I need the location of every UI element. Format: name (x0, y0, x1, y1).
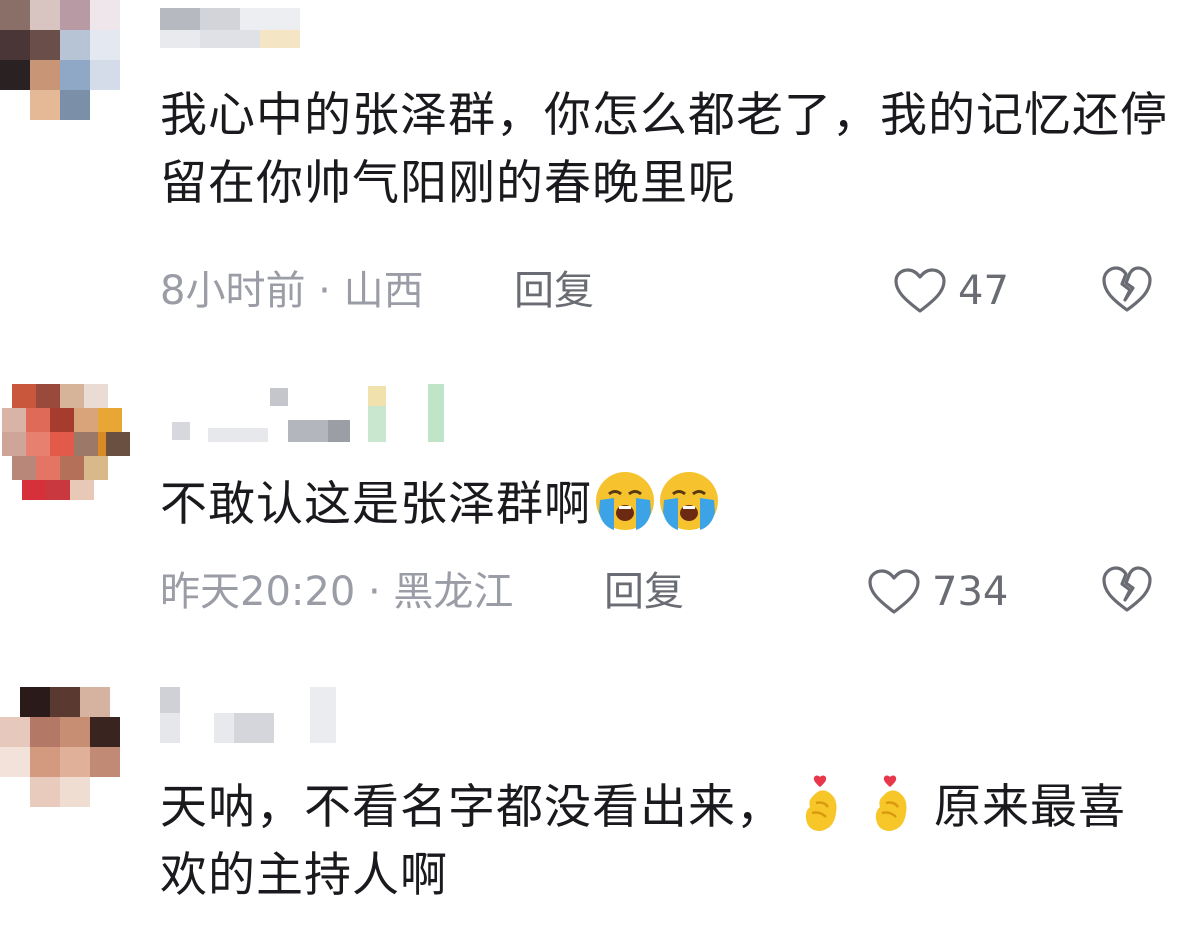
comment-text: 天呐，不看名字都没看出来， 原来最喜欢的主持人啊 (160, 773, 1170, 910)
like-button[interactable]: 734 (866, 567, 1008, 617)
loudly-crying-face-emoji (596, 472, 654, 530)
avatar[interactable] (2, 382, 130, 502)
comment-text: 我心中的张泽群，你怎么都老了，我的记忆还停留在你帅气阳刚的春晚里呢 (160, 88, 1168, 211)
like-heart-icon (868, 569, 920, 614)
avatar[interactable] (0, 0, 120, 120)
comment-item: 我心中的张泽群，你怎么都老了，我的记忆还停留在你帅气阳刚的春晚里呢 8小时前 ·… (0, 0, 1178, 360)
comment-text: 不敢认这是张泽群啊 (160, 470, 1170, 539)
comment-time-location: 8小时前 · 山西 (160, 268, 424, 314)
avatar[interactable] (0, 687, 120, 807)
comment-time-location: 昨天20:20 · 黑龙江 (160, 569, 514, 615)
reply-button[interactable]: 回复 (604, 567, 684, 617)
like-count: 734 (932, 569, 1009, 615)
heart-hands-emoji (875, 775, 907, 831)
like-count: 47 (958, 268, 1009, 314)
comment-text-body: 不敢认这是张泽群啊 (160, 477, 592, 532)
like-heart-icon (894, 268, 946, 313)
dislike-broken-heart-icon[interactable] (1100, 264, 1154, 314)
comment-item: 天呐，不看名字都没看出来， 原来最喜欢的主持人啊 (0, 665, 1178, 933)
loudly-crying-face-emoji (660, 472, 718, 530)
comment-text-part1: 天呐，不看名字都没看出来， (160, 780, 784, 835)
comment-item: 不敢认这是张泽群啊 昨天20:20 · 黑龙江 回复 734 (0, 360, 1178, 660)
dislike-broken-heart-icon[interactable] (1100, 564, 1154, 614)
heart-hands-emoji (805, 775, 837, 831)
reply-button[interactable]: 回复 (514, 266, 594, 316)
like-button[interactable]: 47 (892, 266, 1009, 316)
